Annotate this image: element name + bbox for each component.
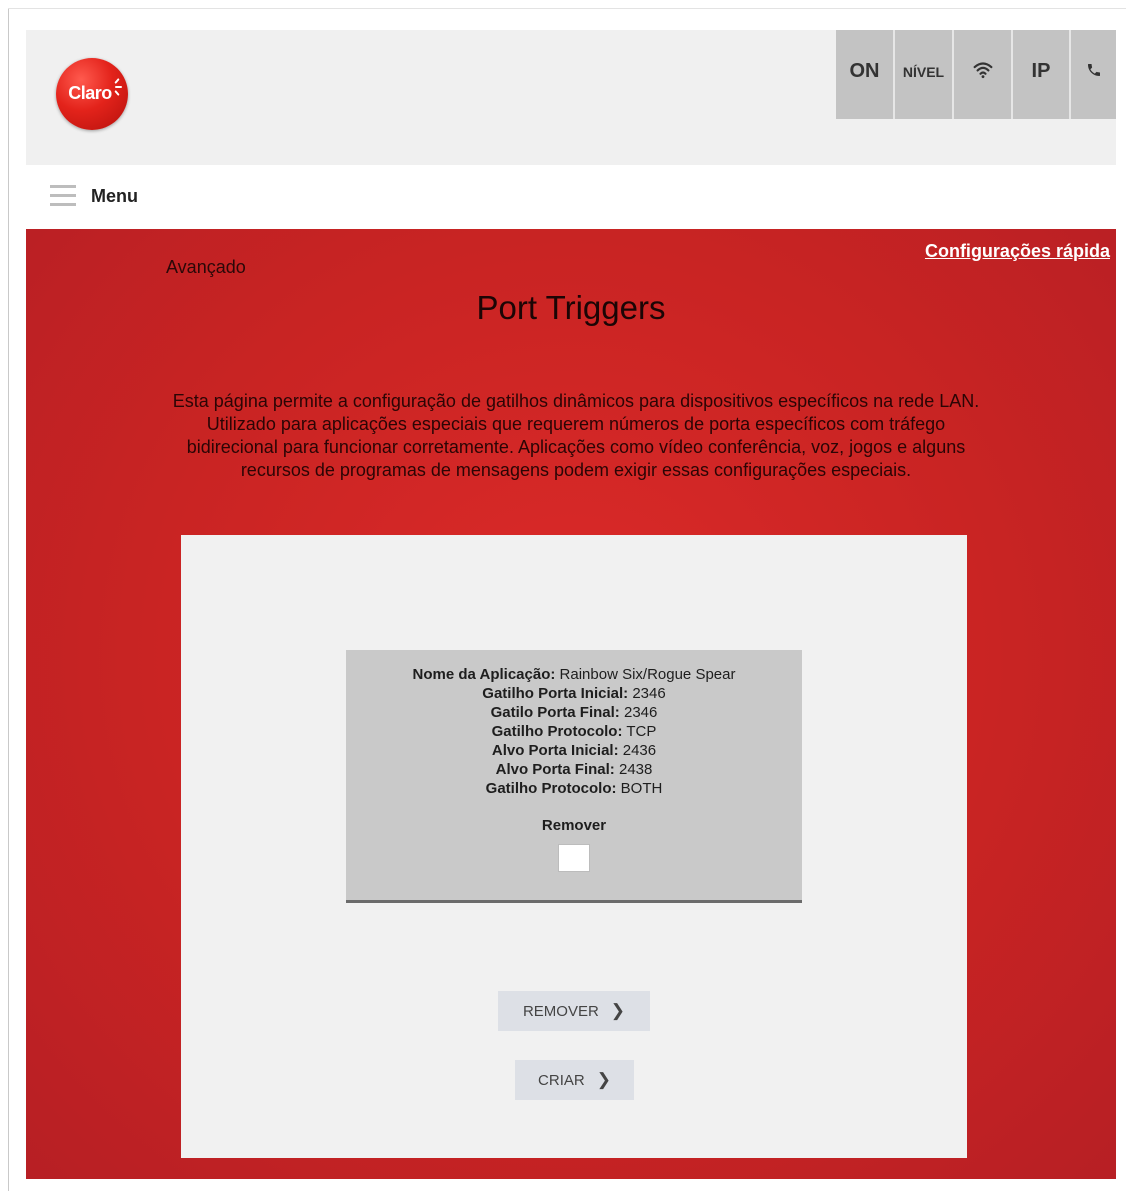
- trigger-details: Nome da Aplicação: Rainbow Six/Rogue Spe…: [346, 650, 802, 798]
- menu-toggle[interactable]: Menu: [50, 182, 138, 210]
- trigger-row-value: 2438: [618, 761, 653, 778]
- trigger-row: Gatilho Porta Inicial: 2346: [346, 684, 802, 703]
- status-nivel-label: NÍVEL: [902, 64, 945, 80]
- trigger-entry-card: Nome da Aplicação: Rainbow Six/Rogue Spe…: [346, 650, 802, 903]
- window-border-top: [8, 8, 1126, 9]
- page-description: Esta página permite a configuração de ga…: [172, 391, 980, 480]
- status-on-label: ON: [849, 60, 880, 82]
- status-wifi[interactable]: [954, 30, 1013, 119]
- trigger-row-label: Gatilo Porta Final:: [490, 704, 620, 721]
- create-button-label: CRIAR: [538, 1071, 585, 1089]
- chevron-right-icon: ❯: [610, 1001, 626, 1020]
- remove-checkbox-label: Remover: [541, 817, 607, 834]
- main-content: Configurações rápida Avançado Port Trigg…: [26, 229, 1116, 1179]
- status-bar: ON NÍVEL IP: [836, 30, 1116, 119]
- phone-icon: [1087, 64, 1100, 76]
- trigger-row-value: TCP: [626, 723, 657, 740]
- hamburger-icon: [50, 185, 76, 207]
- claro-logo[interactable]: Claro: [56, 58, 128, 130]
- trigger-row: Gatilo Porta Final: 2346: [346, 703, 802, 722]
- trigger-row-label: Gatilho Porta Inicial:: [482, 685, 629, 702]
- trigger-row-label: Gatilho Protocolo:: [485, 780, 617, 797]
- trigger-row-label: Alvo Porta Inicial:: [491, 742, 619, 759]
- trigger-row-value: BOTH: [620, 780, 663, 797]
- status-ip-label: IP: [1031, 60, 1051, 82]
- breadcrumb: Avançado: [166, 257, 246, 277]
- logo-mark-icon: [112, 78, 122, 96]
- trigger-row-label: Gatilho Protocolo:: [491, 723, 623, 740]
- wifi-icon: [973, 62, 992, 79]
- status-on[interactable]: ON: [836, 30, 895, 119]
- status-nivel[interactable]: NÍVEL: [895, 30, 954, 119]
- trigger-row: Gatilho Protocolo: TCP: [346, 722, 802, 741]
- remove-button-label: REMOVER: [522, 1002, 599, 1020]
- quick-settings-link[interactable]: Configurações rápida: [925, 241, 1110, 262]
- trigger-row-value: Rainbow Six/Rogue Spear: [559, 666, 736, 683]
- trigger-row-value: 2436: [622, 742, 657, 759]
- remove-checkbox[interactable]: [558, 844, 590, 872]
- logo-text: Claro: [68, 82, 112, 103]
- status-phone[interactable]: [1071, 30, 1116, 119]
- menu-label: Menu: [91, 185, 138, 206]
- trigger-row-label: Nome da Aplicação:: [412, 666, 556, 683]
- trigger-row-value: 2346: [632, 685, 666, 702]
- trigger-row: Gatilho Protocolo: BOTH: [346, 779, 802, 798]
- trigger-row-label: Alvo Porta Final:: [495, 761, 615, 778]
- chevron-right-icon: ❯: [596, 1070, 611, 1089]
- create-button[interactable]: CRIAR ❯: [515, 1060, 634, 1100]
- trigger-row: Alvo Porta Final: 2438: [346, 760, 802, 779]
- remove-button[interactable]: REMOVER ❯: [498, 991, 650, 1031]
- status-ip[interactable]: IP: [1013, 30, 1071, 119]
- trigger-row-value: 2346: [623, 704, 658, 721]
- trigger-row: Alvo Porta Inicial: 2436: [346, 741, 802, 760]
- triggers-panel: Nome da Aplicação: Rainbow Six/Rogue Spe…: [181, 535, 967, 1158]
- window-border: [8, 8, 9, 1191]
- page-title: Port Triggers: [476, 289, 666, 326]
- trigger-row: Nome da Aplicação: Rainbow Six/Rogue Spe…: [346, 665, 802, 684]
